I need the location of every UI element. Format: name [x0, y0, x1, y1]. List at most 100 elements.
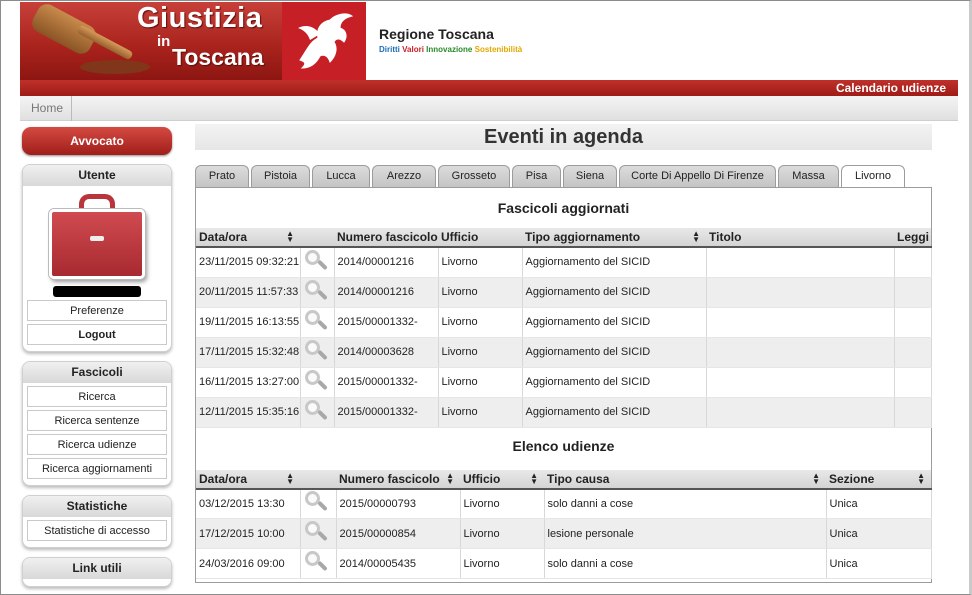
table-row: 20/11/2015 11:57:33 2014/00001216 Livorn…: [196, 277, 932, 308]
cell-titolo: [706, 337, 895, 368]
cell-fascicolo: 2015/00001332-: [334, 397, 439, 428]
tagline-diritti: Diritti: [379, 45, 400, 54]
col-tipo-causa[interactable]: Tipo causa ▲ ▼: [544, 469, 826, 490]
col-titolo[interactable]: Titolo: [706, 228, 894, 248]
calendar-link[interactable]: Calendario udienze: [836, 81, 946, 95]
sort-icon: ▲ ▼: [446, 470, 454, 486]
ricerca-aggiornamenti-button[interactable]: Ricerca aggiornamenti: [27, 458, 167, 479]
magnifier-icon[interactable]: [304, 249, 328, 272]
col-numero-fascicolo-label: Numero fascicolo: [339, 471, 440, 486]
view-cell: [300, 247, 335, 278]
ricerca-button[interactable]: Ricerca: [27, 386, 167, 407]
cell-ufficio: Livorno: [460, 488, 545, 519]
magnifier-handle: [316, 319, 328, 330]
magnifier-icon[interactable]: [304, 551, 328, 573]
ricerca-sentenze-button[interactable]: Ricerca sentenze: [27, 410, 167, 431]
tagline-innovazione: Innovazione: [426, 45, 473, 54]
col-numero-fascicolo[interactable]: Numero fascicolo ▲ ▼: [336, 469, 460, 490]
table-row: 17/12/2015 10:00 2015/00000854 Livorno l…: [196, 518, 932, 549]
col-ufficio[interactable]: Ufficio: [438, 228, 522, 248]
cell-ufficio: Livorno: [438, 397, 523, 428]
tab-corte-appello-firenze[interactable]: Corte Di Appello Di Firenze: [619, 165, 776, 187]
cell-leggi: [894, 367, 932, 398]
tab-lucca[interactable]: Lucca: [312, 165, 370, 187]
tab-grosseto[interactable]: Grosseto: [438, 165, 510, 187]
pegasus-logo-icon[interactable]: [282, 2, 366, 80]
tab-panel: Fascicoli aggiornati Data/ora ▲ ▼ Numero f…: [195, 187, 932, 583]
cell-fascicolo: 2014/00003628: [334, 337, 439, 368]
giustizia-logo[interactable]: Giustizia in Toscana: [20, 2, 282, 80]
cell-fascicolo: 2014/00001216: [334, 277, 439, 308]
ricerca-udienze-button[interactable]: Ricerca udienze: [27, 434, 167, 455]
table-row: 24/03/2016 09:00 2014/00005435 Livorno s…: [196, 548, 932, 579]
cell-titolo: [706, 277, 895, 308]
cell-date: 17/12/2015 10:00: [196, 518, 301, 549]
tab-siena[interactable]: Siena: [563, 165, 617, 187]
cell-leggi: [894, 277, 932, 308]
cell-leggi: [894, 307, 932, 338]
logout-button[interactable]: Logout: [27, 324, 167, 345]
table-row: 03/12/2015 13:30 2015/00000793 Livorno s…: [196, 488, 932, 519]
magnifier-icon[interactable]: [304, 369, 328, 392]
tab-massa[interactable]: Massa: [778, 165, 839, 187]
sort-icon: ▲ ▼: [286, 229, 294, 244]
magnifier-icon[interactable]: [304, 309, 328, 332]
page-title: Eventi in agenda: [195, 124, 932, 150]
tab-pisa[interactable]: Pisa: [512, 165, 561, 187]
table-row: 17/11/2015 15:32:48 2014/00003628 Livorn…: [196, 337, 932, 368]
view-cell: [300, 488, 337, 519]
col-numero-fascicolo[interactable]: Numero fascicolo: [334, 228, 438, 248]
tab-arezzo[interactable]: Arezzo: [372, 165, 436, 187]
access-stats-button[interactable]: Statistiche di accesso: [27, 520, 167, 541]
view-cell: [300, 397, 335, 428]
cell-titolo: [706, 367, 895, 398]
sort-icon: ▲ ▼: [692, 229, 700, 244]
updates-table: Data/ora ▲ ▼ Numero fascicolo Ufficio Tipo…: [196, 228, 932, 428]
cell-date: 24/03/2016 09:00: [196, 548, 301, 579]
magnifier-icon[interactable]: [304, 339, 328, 362]
magnifier-icon[interactable]: [304, 279, 328, 302]
preferences-button[interactable]: Preferenze: [27, 300, 167, 321]
view-cell: [300, 518, 337, 549]
col-ufficio-label: Ufficio: [463, 471, 501, 486]
sort-icon: ▲ ▼: [286, 470, 294, 486]
col-leggi[interactable]: Leggi: [894, 228, 931, 248]
cell-tipo-causa: lesione personale: [544, 518, 827, 549]
magnifier-handle: [316, 379, 328, 390]
cell-date: 03/12/2015 13:30: [196, 488, 301, 519]
cell-date: 17/11/2015 15:32:48: [196, 337, 301, 368]
col-tipo-aggiornamento[interactable]: Tipo aggiornamento ▲ ▼: [522, 228, 706, 248]
cell-fascicolo: 2014/00005435: [336, 548, 461, 579]
col-sezione[interactable]: Sezione ▲ ▼: [826, 469, 931, 490]
breadcrumb-home[interactable]: Home: [20, 96, 73, 121]
role-button[interactable]: Avvocato: [22, 127, 172, 155]
magnifier-icon[interactable]: [304, 399, 328, 422]
cell-ufficio: Livorno: [438, 307, 523, 338]
fascicoli-box: Fascicoli Ricerca Ricerca sentenze Ricer…: [22, 361, 172, 486]
col-data-ora[interactable]: Data/ora ▲ ▼: [196, 469, 300, 490]
tab-pistoia[interactable]: Pistoia: [251, 165, 310, 187]
briefcase-clasp: [90, 236, 104, 241]
cell-tipo: Aggiornamento del SICID: [522, 337, 707, 368]
col-tipo-causa-label: Tipo causa: [547, 471, 610, 486]
col-data-ora[interactable]: Data/ora ▲ ▼: [196, 228, 300, 248]
cell-date: 20/11/2015 11:57:33: [196, 277, 301, 308]
cell-titolo: [706, 397, 895, 428]
hearings-section-title: Elenco udienze: [512, 437, 615, 454]
court-tabs: Prato Pistoia Lucca Arezzo Grosseto Pisa…: [195, 165, 932, 188]
magnifier-handle: [316, 560, 328, 572]
breadcrumb: Home: [20, 96, 958, 121]
cell-fascicolo: 2015/00001332-: [334, 307, 439, 338]
redacted-username: [53, 286, 141, 297]
tab-livorno[interactable]: Livorno: [841, 165, 905, 188]
cell-tipo: Aggiornamento del SICID: [522, 367, 707, 398]
magnifier-icon[interactable]: [304, 521, 328, 543]
briefcase-icon: [47, 194, 147, 282]
tab-prato[interactable]: Prato: [195, 165, 249, 187]
logo-text-toscana: Toscana: [172, 44, 264, 70]
cell-tipo: Aggiornamento del SICID: [522, 397, 707, 428]
cell-date: 19/11/2015 16:13:55: [196, 307, 301, 338]
magnifier-icon[interactable]: [304, 491, 328, 513]
table-row: 23/11/2015 09:32:21 2014/00001216 Livorn…: [196, 247, 932, 278]
col-ufficio[interactable]: Ufficio ▲ ▼: [460, 469, 544, 490]
